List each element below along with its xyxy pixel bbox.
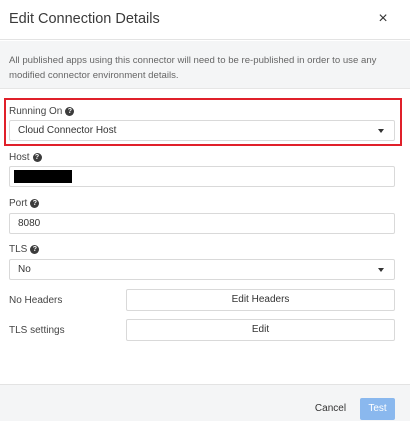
- notice-text: All published apps using this connector …: [9, 55, 377, 81]
- tls-label: TLS: [9, 244, 28, 255]
- port-label: Port: [9, 198, 28, 209]
- edit-tls-settings-button[interactable]: Edit: [126, 319, 395, 341]
- tls-label-row: TLS ?: [9, 244, 40, 255]
- running-on-value: Cloud Connector Host: [18, 125, 117, 136]
- help-icon[interactable]: ?: [32, 153, 42, 162]
- edit-connection-dialog: Edit Connection Details × All published …: [0, 0, 410, 421]
- redacted-host-value: [14, 170, 72, 183]
- dialog-header: Edit Connection Details ×: [0, 0, 410, 40]
- port-value: 8080: [18, 218, 41, 229]
- running-on-select[interactable]: Cloud Connector Host: [9, 120, 395, 141]
- test-button[interactable]: Test: [360, 398, 395, 420]
- host-label: Host: [9, 152, 30, 163]
- running-on-label: Running On: [9, 106, 63, 117]
- tls-value: No: [18, 264, 31, 275]
- port-label-row: Port ?: [9, 198, 40, 209]
- close-icon[interactable]: ×: [374, 9, 392, 29]
- tls-settings-label: TLS settings: [9, 325, 65, 336]
- dialog-title: Edit Connection Details: [9, 11, 160, 27]
- headers-label: No Headers: [9, 295, 63, 306]
- help-icon[interactable]: ?: [65, 107, 75, 116]
- port-input[interactable]: 8080: [9, 213, 395, 234]
- dialog-footer: Cancel Test: [0, 384, 410, 421]
- edit-headers-button[interactable]: Edit Headers: [126, 289, 395, 311]
- tls-select[interactable]: No: [9, 259, 395, 280]
- help-icon[interactable]: ?: [30, 199, 40, 208]
- help-icon[interactable]: ?: [30, 245, 40, 254]
- republish-notice: All published apps using this connector …: [0, 41, 410, 89]
- caret-down-icon: [378, 268, 384, 272]
- running-on-label-row: Running On ?: [9, 106, 75, 117]
- host-label-row: Host ?: [9, 152, 42, 163]
- caret-down-icon: [378, 129, 384, 133]
- cancel-button[interactable]: Cancel: [308, 398, 353, 420]
